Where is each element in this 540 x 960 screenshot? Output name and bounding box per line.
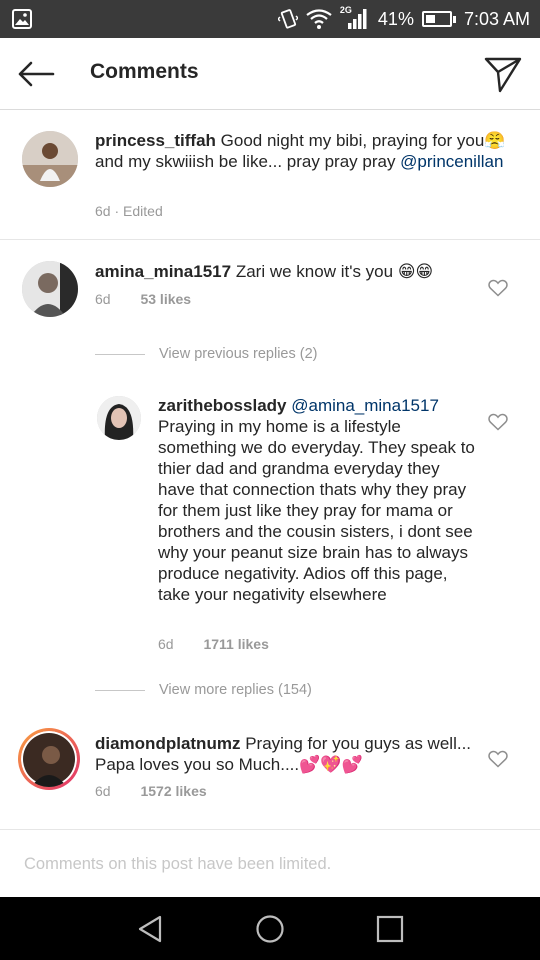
comment-meta: 6d 1711 likes: [158, 636, 269, 652]
network-type: 2G: [339, 5, 352, 15]
app-header: Comments: [0, 38, 540, 110]
avatar[interactable]: [97, 396, 141, 440]
comment-body-continued: and my skwiiish be like... pray pray pra…: [95, 152, 401, 171]
heart-icon[interactable]: [488, 750, 508, 768]
comment-body: Good night my bibi, praying for you: [220, 131, 485, 150]
likes-count[interactable]: 1711 likes: [203, 636, 268, 652]
comment-time: 6d: [95, 203, 111, 219]
avatar[interactable]: [18, 728, 80, 790]
nav-back-icon[interactable]: [136, 914, 166, 944]
divider: [0, 829, 540, 830]
nav-recents-icon[interactable]: [375, 914, 405, 944]
reply-text: zarithebosslady @amina_mina1517 Praying …: [158, 395, 476, 605]
view-previous-replies-label: View previous replies (2): [159, 346, 318, 362]
nav-home-icon[interactable]: [255, 914, 285, 944]
comment-text: amina_mina1517 Zari we know it's you 😁😁: [95, 261, 475, 282]
comments-limited-notice: Comments on this post have been limited.: [24, 855, 332, 873]
comment-meta: 6d · Edited: [95, 203, 163, 219]
comment-text: diamondplatnumz Praying for you guys as …: [95, 733, 475, 775]
avatar[interactable]: [22, 131, 78, 187]
username[interactable]: diamondplatnumz: [95, 734, 240, 753]
comment-meta: 6d 1572 likes: [95, 783, 207, 799]
emoji: 💕💖💕: [299, 755, 363, 774]
likes-count[interactable]: 1572 likes: [140, 783, 206, 799]
back-arrow-icon[interactable]: [16, 58, 56, 90]
username[interactable]: zarithebosslady: [158, 396, 287, 415]
comment-body: Zari we know it's you: [235, 262, 394, 281]
direct-send-icon[interactable]: [484, 55, 522, 93]
clock: 7:03 AM: [463, 8, 530, 29]
comment-time: 6d: [158, 636, 174, 652]
replies-line: [95, 353, 145, 355]
view-more-replies-label: View more replies (154): [159, 682, 312, 698]
comment-text: princess_tiffah Good night my bibi, pray…: [95, 130, 515, 172]
status-bar: 2G 41% 7:03 AM: [0, 0, 540, 38]
comment-meta: 6d 53 likes: [95, 291, 191, 307]
replies-line: [95, 689, 145, 691]
username[interactable]: princess_tiffah: [95, 131, 216, 150]
heart-icon[interactable]: [488, 413, 508, 431]
emoji: 😁😁: [397, 262, 434, 281]
view-more-replies[interactable]: View more replies (154): [95, 682, 312, 698]
comment-body: Praying in my home is a lifestyle someth…: [158, 417, 475, 604]
vibrate-icon: [277, 9, 298, 29]
comment-time: 6d: [95, 783, 111, 799]
page-title: Comments: [90, 60, 199, 83]
likes-count[interactable]: 53 likes: [140, 291, 191, 307]
emoji: 😤: [484, 131, 506, 150]
mention-link[interactable]: @princenillan: [400, 152, 503, 171]
gallery-icon: [12, 9, 32, 29]
comment-time: 6d: [95, 291, 111, 307]
avatar[interactable]: [22, 261, 78, 317]
battery-percent: 41%: [377, 8, 414, 29]
battery-icon: [421, 11, 456, 27]
signal-icon: 2G: [339, 5, 370, 31]
divider: [0, 239, 540, 240]
navigation-bar: [0, 897, 540, 960]
view-previous-replies[interactable]: View previous replies (2): [95, 346, 318, 362]
wifi-icon: [306, 9, 332, 29]
edited-label: Edited: [123, 203, 163, 219]
username[interactable]: amina_mina1517: [95, 262, 231, 281]
heart-icon[interactable]: [488, 279, 508, 297]
mention-link[interactable]: @amina_mina1517: [291, 396, 439, 415]
